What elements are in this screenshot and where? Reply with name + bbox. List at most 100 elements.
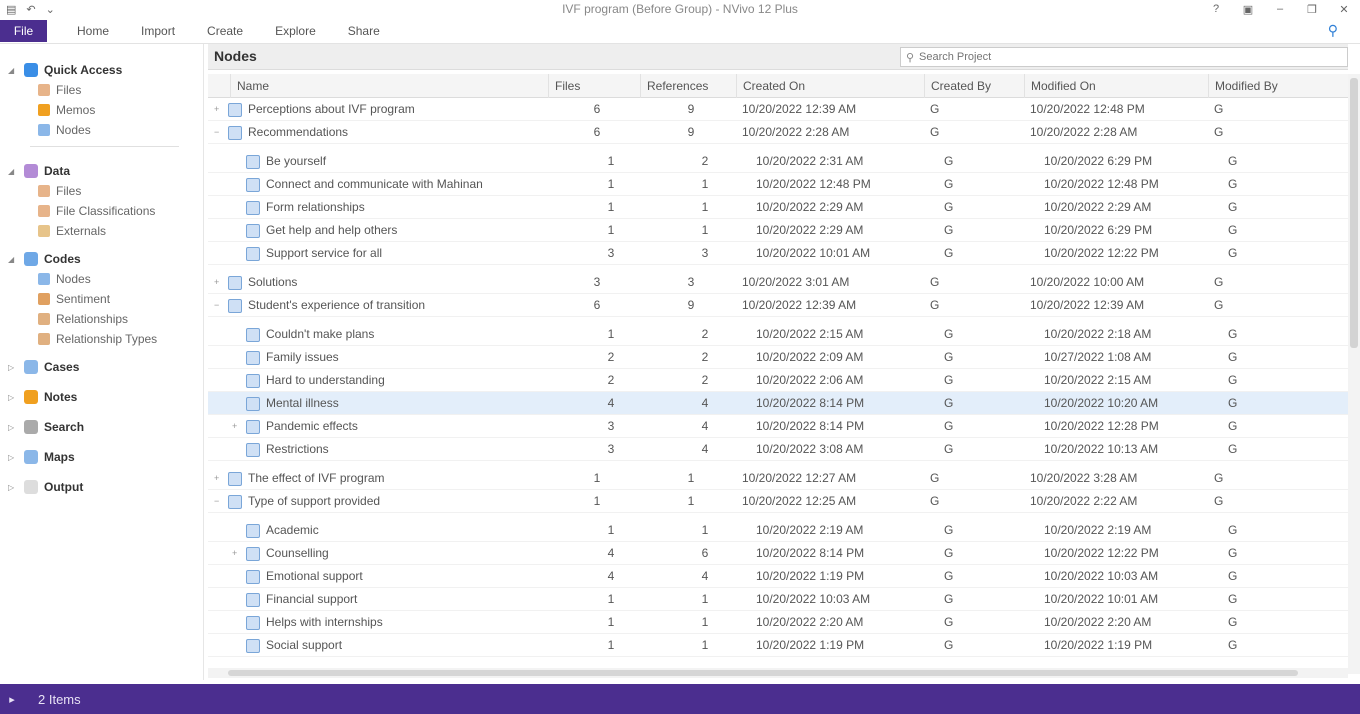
table-row[interactable]: − Student's experience of transition 6 9 10/…: [208, 294, 1348, 317]
tab-home[interactable]: Home: [61, 24, 125, 38]
expand-icon[interactable]: +: [214, 467, 228, 490]
table-row[interactable]: Financial support 1 1 10/20/2022 10:03 AM G 1…: [208, 588, 1348, 611]
table-row[interactable]: Academic 1 1 10/20/2022 2:19 AM G 10/20/2022 …: [208, 519, 1348, 542]
chevron-icon[interactable]: ▷: [8, 393, 20, 402]
node-name-cell: Be yourself: [232, 150, 544, 173]
nav-group-data[interactable]: ◢ Data: [0, 161, 203, 181]
quick-access-toolbar: ▤ ↶ ⌄: [0, 3, 55, 16]
ribbon-display-icon[interactable]: ▣: [1232, 0, 1264, 18]
nav-item-file-classifications[interactable]: File Classifications: [0, 201, 203, 221]
column-header-modified-by[interactable]: Modified By: [1208, 74, 1328, 98]
chevron-icon[interactable]: ▷: [8, 483, 20, 492]
nav-group-search[interactable]: ▷ Search: [0, 417, 203, 437]
node-name: The effect of IVF program: [248, 471, 385, 485]
redo-icon[interactable]: ⌄: [46, 3, 55, 16]
table-row[interactable]: + Pandemic effects 3 4 10/20/2022 8:14 PM G 10…: [208, 415, 1348, 438]
chevron-icon[interactable]: ▷: [8, 453, 20, 462]
nav-group-cases[interactable]: ▷ Cases: [0, 357, 203, 377]
column-header-modified-on[interactable]: Modified On: [1024, 74, 1208, 98]
table-row[interactable]: Emotional support 4 4 10/20/2022 1:19 PM G 10…: [208, 565, 1348, 588]
node-name: Support service for all: [266, 246, 383, 260]
table-row[interactable]: + The effect of IVF program 1 1 10/20/2022 1…: [208, 467, 1348, 490]
modified-on-cell: 10/20/2022 3:28 AM: [1030, 471, 1138, 485]
scroll-thumb[interactable]: [228, 670, 1298, 676]
expand-icon[interactable]: +: [232, 415, 246, 438]
tab-share[interactable]: Share: [332, 24, 396, 38]
column-header-name[interactable]: Name: [230, 74, 548, 98]
nav-item-files[interactable]: Files: [0, 80, 203, 100]
modified-on-cell: 10/27/2022 1:08 AM: [1044, 350, 1152, 364]
column-header-created-on[interactable]: Created On: [736, 74, 924, 98]
tab-file[interactable]: File: [0, 19, 47, 42]
search-input[interactable]: [919, 51, 1319, 63]
nav-group-label: Quick Access: [44, 63, 123, 77]
undo-icon[interactable]: ↶: [26, 3, 35, 16]
scroll-thumb[interactable]: [1350, 78, 1358, 348]
created-on-cell: 10/20/2022 2:31 AM: [756, 154, 864, 168]
chevron-icon[interactable]: ◢: [8, 66, 20, 75]
nav-group-output[interactable]: ▷ Output: [0, 477, 203, 497]
help-icon[interactable]: ?: [1200, 0, 1232, 18]
chevron-icon[interactable]: ◢: [8, 167, 20, 176]
chevron-icon[interactable]: ◢: [8, 255, 20, 264]
table-row[interactable]: Form relationships 1 1 10/20/2022 2:29 AM G 1…: [208, 196, 1348, 219]
table-row[interactable]: Get help and help others 1 1 10/20/2022 2:2…: [208, 219, 1348, 242]
table-row[interactable]: − Recommendations 6 9 10/20/2022 2:28 AM G 10/…: [208, 121, 1348, 144]
nav-item-sentiment[interactable]: Sentiment: [0, 289, 203, 309]
tab-create[interactable]: Create: [191, 24, 259, 38]
table-row[interactable]: + Counselling 4 6 10/20/2022 8:14 PM G 10/20/2…: [208, 542, 1348, 565]
column-header-references[interactable]: References: [640, 74, 736, 98]
nav-item-nodes[interactable]: Nodes: [0, 269, 203, 289]
table-row[interactable]: Couldn't make plans 1 2 10/20/2022 2:15 AM G…: [208, 323, 1348, 346]
minimize-icon[interactable]: –: [1264, 0, 1296, 18]
table-row[interactable]: Be yourself 1 2 10/20/2022 2:31 AM G 10/20/20…: [208, 150, 1348, 173]
table-row[interactable]: Mental illness 4 4 10/20/2022 8:14 PM G 10/20…: [208, 392, 1348, 415]
table-row[interactable]: + Perceptions about IVF program 6 9 10/20/20…: [208, 98, 1348, 121]
table-row[interactable]: Support service for all 3 3 10/20/2022 10:0…: [208, 242, 1348, 265]
expand-icon[interactable]: +: [232, 542, 246, 565]
column-header-files[interactable]: Files: [548, 74, 640, 98]
table-row[interactable]: Hard to understanding 2 2 10/20/2022 2:06 A…: [208, 369, 1348, 392]
tab-import[interactable]: Import: [125, 24, 191, 38]
expand-icon[interactable]: +: [214, 98, 228, 121]
group-icon: [24, 450, 38, 464]
expand-icon[interactable]: +: [214, 271, 228, 294]
modified-by-cell: G: [1228, 246, 1238, 260]
vertical-scrollbar[interactable]: [1348, 74, 1360, 674]
table-row[interactable]: Family issues 2 2 10/20/2022 2:09 AM G 10/27/…: [208, 346, 1348, 369]
nav-item-nodes[interactable]: Nodes: [0, 120, 203, 140]
nav-group-codes[interactable]: ◢ Codes: [0, 249, 203, 269]
column-header-created-by[interactable]: Created By: [924, 74, 1024, 98]
ribbon-help-icon[interactable]: ⚲: [1328, 22, 1338, 39]
table-row[interactable]: Restrictions 3 4 10/20/2022 3:08 AM G 10/20/2…: [208, 438, 1348, 461]
nav-item-externals[interactable]: Externals: [0, 221, 203, 241]
created-on-cell: 10/20/2022 12:25 AM: [742, 494, 857, 508]
table-row[interactable]: − Type of support provided 1 1 10/20/2022 12…: [208, 490, 1348, 513]
nav-item-files[interactable]: Files: [0, 181, 203, 201]
close-icon[interactable]: ✕: [1328, 0, 1360, 18]
table-row[interactable]: + Solutions 3 3 10/20/2022 3:01 AM G 10/20/202…: [208, 271, 1348, 294]
restore-icon[interactable]: ❐: [1296, 0, 1328, 18]
expand-icon[interactable]: −: [214, 121, 228, 144]
expand-icon[interactable]: −: [214, 490, 228, 513]
tab-explore[interactable]: Explore: [259, 24, 332, 38]
search-icon[interactable]: ⚲: [901, 51, 919, 64]
expand-icon[interactable]: −: [214, 294, 228, 317]
chevron-icon[interactable]: ▷: [8, 423, 20, 432]
save-icon[interactable]: ▤: [6, 3, 16, 16]
created-by-cell: G: [944, 546, 954, 560]
horizontal-scrollbar[interactable]: [208, 668, 1348, 678]
chevron-icon[interactable]: ▷: [8, 363, 20, 372]
nav-item-memos[interactable]: Memos: [0, 100, 203, 120]
table-row[interactable]: Helps with internships 1 1 10/20/2022 2:20 …: [208, 611, 1348, 634]
created-by-cell: G: [944, 154, 954, 168]
nav-item-relationships[interactable]: Relationships: [0, 309, 203, 329]
nav-group-quick-access[interactable]: ◢ Quick Access: [0, 60, 203, 80]
table-row[interactable]: Connect and communicate with Mahinan 1 1 10…: [208, 173, 1348, 196]
nav-group-notes[interactable]: ▷ Notes: [0, 387, 203, 407]
nav-item-relationship-types[interactable]: Relationship Types: [0, 329, 203, 349]
node-name-cell: Restrictions: [232, 438, 544, 461]
table-row[interactable]: Social support 1 1 10/20/2022 1:19 PM G 10/20…: [208, 634, 1348, 657]
nav-group-maps[interactable]: ▷ Maps: [0, 447, 203, 467]
references-cell: 4: [701, 569, 709, 583]
